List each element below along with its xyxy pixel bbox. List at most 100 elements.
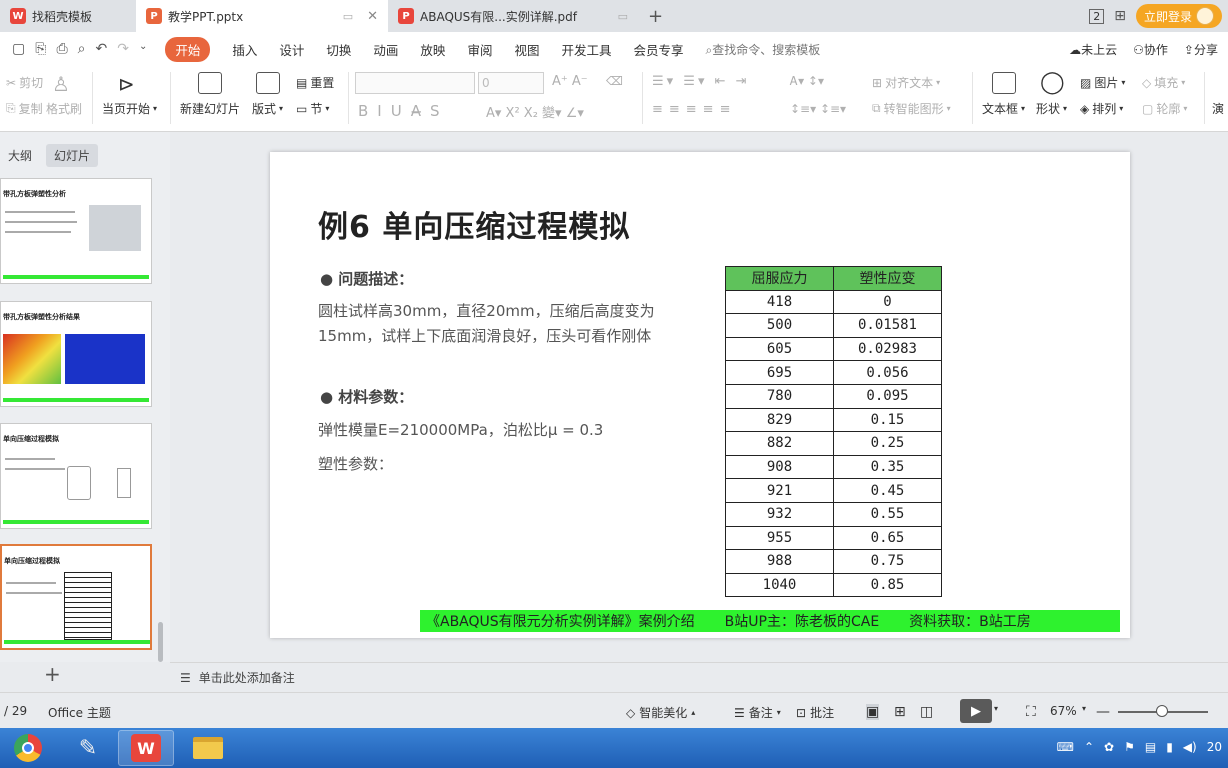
layout-icon[interactable] [256,72,280,94]
slideshow-play-button[interactable]: ▶ [960,699,992,723]
flag-icon[interactable]: ⚑ [1124,740,1135,754]
list-icons[interactable]: ☰▾ ☰▾ ⇤ ⇥ [652,74,750,89]
text-format-icons[interactable]: BIUA̶S [358,102,448,120]
slide-thumbnail[interactable]: 带孔方板弹塑性分析 [0,178,152,284]
grid-apps-icon[interactable]: ⊞ [1114,8,1126,24]
new-tab-button[interactable]: + [638,0,674,32]
new-slide-icon[interactable] [198,72,222,94]
zoom-out-icon[interactable]: — [1096,704,1110,720]
text-direction-icon[interactable]: Ꭺ▾ ↕▾ [790,74,824,89]
menu-slideshow[interactable]: 放映 [420,40,445,59]
slide-thumbnail[interactable]: 带孔方板弹塑性分析结果 [0,301,152,407]
beautify-button[interactable]: ◇ 智能美化 ▴ [626,704,695,721]
fit-window-icon[interactable]: ⛶ [1026,704,1036,720]
slide-title[interactable]: 例6 单向压缩过程模拟 [318,202,630,246]
new-slide-button[interactable]: 新建幻灯片 [180,100,240,117]
textbox-icon[interactable] [992,72,1016,94]
copy-button[interactable]: ⎘ 复制 [6,100,43,117]
font-size-select[interactable]: 0 [478,72,544,94]
reading-view-icon[interactable]: ◫ [920,704,933,720]
menu-view[interactable]: 视图 [514,40,539,59]
menu-insert[interactable]: 插入 [232,40,257,59]
menu-transition[interactable]: 切换 [326,40,351,59]
pin-icon[interactable]: ▭ [618,10,628,23]
save-icon[interactable]: ▢ [12,41,25,57]
cloud-button[interactable]: ☁未上云 [1069,41,1117,58]
fill-button[interactable]: ◇ 填充 ▾ [1142,74,1185,91]
normal-view-icon[interactable]: ▣ [866,704,880,720]
preview-icon[interactable]: ⌕ [78,41,86,57]
text-effects-icons[interactable]: A▾ X² X₂ 變▾ ∠▾ [486,102,584,121]
pin-icon[interactable]: ▭ [343,10,353,23]
share-button[interactable]: ⇪分享 [1184,41,1218,58]
app-tray-icon[interactable]: ✿ [1104,740,1114,754]
page-count-indicator[interactable]: 2 [1089,8,1105,24]
shape-button[interactable]: 形状 ▾ [1036,100,1067,117]
export-icon[interactable]: ⎘ [35,41,46,57]
paragraph-align-icons[interactable]: ≡≡≡≡≡ [652,102,736,117]
cut-button[interactable]: ✂ 剪切 [6,74,43,91]
chevron-down-icon[interactable]: ⌄ [139,41,147,57]
keyboard-icon[interactable]: ⌨ [1057,740,1074,754]
menu-developer[interactable]: 开发工具 [561,40,611,59]
command-search[interactable]: ⌕查找命令、搜索模板 [706,41,821,58]
slide-thumbnail-selected[interactable]: 单向压缩过程模拟 [0,544,152,650]
tab-outline[interactable]: 大纲 [0,144,40,167]
menu-member[interactable]: 会员专享 [633,40,683,59]
menu-design[interactable]: 设计 [279,40,304,59]
slide-thumbnail[interactable]: 单向压缩过程模拟 [0,423,152,529]
tab-ppt[interactable]: P 教学PPT.pptx ▭ ✕ [136,0,388,32]
more-button[interactable]: 演 [1212,100,1224,117]
menu-animation[interactable]: 动画 [373,40,398,59]
thumbnail-scrollbar[interactable] [158,622,163,662]
font-family-select[interactable] [355,72,475,94]
close-icon[interactable]: ✕ [367,9,378,24]
redo-icon[interactable]: ↷ [117,41,129,57]
menu-review[interactable]: 审阅 [467,40,492,59]
network-icon[interactable]: ▮ [1166,740,1173,754]
volume-icon[interactable]: ◀) [1183,740,1197,754]
format-painter-button[interactable]: 格式刷 [46,100,82,117]
smartart-button[interactable]: ⧉ 转智能图形 ▾ [872,100,951,117]
reset-button[interactable]: ▤ 重置 [296,74,334,91]
comment-button[interactable]: ⊡ 批注 [796,704,834,721]
arrange-button[interactable]: ◈ 排列 ▾ [1080,100,1123,117]
file-explorer-icon[interactable] [180,730,236,766]
wps-office-icon[interactable]: W [118,730,174,766]
start-current-button[interactable]: 当页开始 ▾ [102,100,157,117]
notes-pane[interactable]: ☰ 单击此处添加备注 [170,662,1228,692]
add-slide-button[interactable]: + [44,662,61,686]
align-text-button[interactable]: ⊞ 对齐文本 ▾ [872,74,940,91]
notes-toggle-button[interactable]: ☰ 备注 ▾ [734,704,781,721]
picture-button[interactable]: ▨ 图片 ▾ [1080,74,1125,91]
current-slide[interactable]: 例6 单向压缩过程模拟 ● 问题描述： 圆柱试样高30mm，直径20mm，压缩后… [270,152,1130,638]
outline-button[interactable]: ▢ 轮廓 ▾ [1142,100,1187,117]
theme-name[interactable]: Office 主题 [48,704,111,721]
sorter-view-icon[interactable]: ⊞ [894,704,906,720]
clipboard-icon[interactable]: ▤ [1145,740,1156,754]
zoom-level[interactable]: 67% [1050,704,1077,718]
undo-icon[interactable]: ↶ [95,41,107,57]
chevron-down-icon[interactable]: ▾ [994,704,998,713]
tab-slides[interactable]: 幻灯片 [46,144,99,167]
line-spacing-icon[interactable]: ↕≡▾ ↕≡▾ [790,102,846,116]
menu-start[interactable]: 开始 [165,36,211,62]
section-button[interactable]: ▭ 节 ▾ [296,100,329,117]
tab-docer[interactable]: W 找稻壳模板 [0,0,136,32]
collaborate-button[interactable]: ⚇协作 [1133,41,1168,58]
shape-icon[interactable]: ◯ [1040,70,1065,95]
tab-pdf[interactable]: P ABAQUS有限...实例详解.pdf ▭ [388,0,638,32]
print-icon[interactable]: ⎙ [56,41,67,57]
font-grow-icon[interactable]: A⁺ A⁻ [552,74,588,89]
play-circle-icon[interactable]: ⊳ [118,72,135,96]
plasticity-table[interactable]: 屈服应力 塑性应变 418 0 500 0.01581 605 0.02983 695… [725,266,942,598]
clock[interactable]: 20 [1207,740,1222,754]
feather-app-icon[interactable]: ✎ [60,730,116,766]
eraser-icon[interactable]: ⌫ [606,74,623,88]
chevron-up-icon[interactable]: ⌃ [1084,740,1094,754]
login-button[interactable]: 立即登录 [1135,4,1222,28]
chrome-icon[interactable] [0,730,56,766]
zoom-slider-handle[interactable] [1156,705,1168,717]
chevron-down-icon[interactable]: ▾ [1082,704,1086,713]
textbox-button[interactable]: 文本框 ▾ [982,100,1025,117]
